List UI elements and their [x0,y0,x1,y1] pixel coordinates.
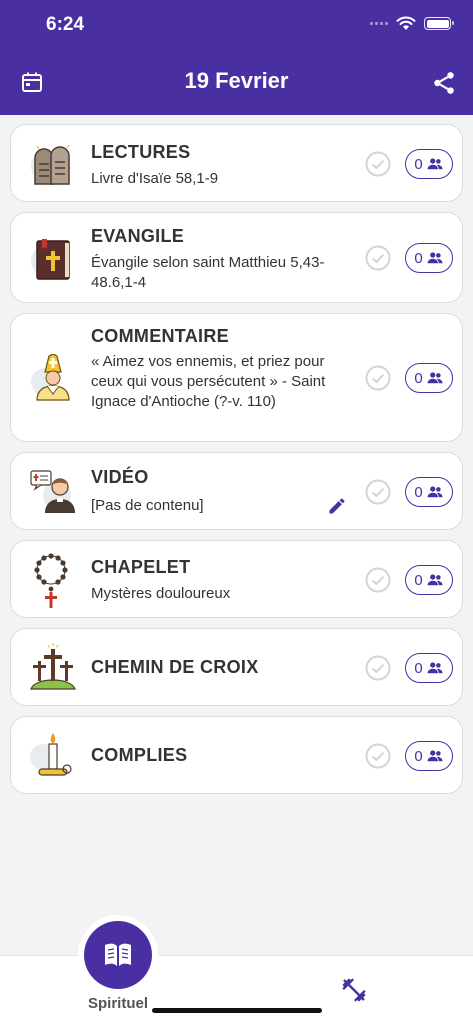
participants-count: 0 [414,659,423,677]
card-chemin-de-croix[interactable]: CHEMIN DE CROIX 0 [10,628,463,706]
card-title: EVANGILE [91,226,185,246]
card-video[interactable]: VIDÉO [Pas de contenu] 0 [10,452,463,530]
tablets-icon [31,144,70,185]
check-icon[interactable] [365,655,391,681]
participants-count: 0 [414,747,423,765]
book-icon [105,943,131,966]
card-title: VIDÉO [91,467,149,487]
status-icons [370,16,454,31]
bottom-nav [0,955,473,1024]
card-commentaire[interactable]: COMMENTAIRE « Aimez vos ennemis, et prie… [10,313,463,442]
card-chapelet[interactable]: CHAPELET Mystères douloureux 0 [10,540,463,618]
app-header: 6:24 19 Fevrier [0,0,473,115]
group-icon [427,486,443,498]
share-icon[interactable] [431,70,457,96]
participants-button[interactable]: 0 [405,243,453,273]
check-icon[interactable] [365,567,391,593]
card-title: CHEMIN DE CROIX [91,657,259,677]
group-icon [427,372,443,384]
card-subtitle: Livre d'Isaïe 58,1-9 [91,170,219,187]
crosses-icon [30,643,76,690]
priest-video-icon [30,470,75,513]
dumbbell-icon[interactable] [340,976,368,1004]
participants-button[interactable]: 0 [405,653,453,683]
bible-icon [31,239,70,280]
card-title: COMMENTAIRE [91,326,229,346]
check-icon[interactable] [365,479,391,505]
wifi-icon [396,16,416,30]
check-icon[interactable] [365,245,391,271]
participants-button[interactable]: 0 [405,741,453,771]
check-icon[interactable] [365,365,391,391]
participants-count: 0 [414,155,423,173]
participants-count: 0 [414,369,423,387]
card-subtitle: « Aimez vos ennemis, et priez pour ceux … [91,353,326,410]
participants-button[interactable]: 0 [405,477,453,507]
card-subtitle: [Pas de contenu] [91,497,204,514]
page-title: 19 Fevrier [184,68,289,93]
check-icon[interactable] [365,151,391,177]
card-subtitle: Mystères douloureux [91,585,231,602]
card-evangile[interactable]: EVANGILE Évangile selon saint Matthieu 5… [10,212,463,303]
home-indicator [152,1008,322,1013]
spirituel-tab[interactable] [84,921,152,989]
participants-count: 0 [414,249,423,267]
group-icon [427,662,443,674]
candle-icon [30,733,72,776]
card-title: CHAPELET [91,557,191,577]
participants-button[interactable]: 0 [405,565,453,595]
battery-icon [424,17,454,30]
signal-icon [370,22,388,25]
card-title: COMPLIES [91,745,188,765]
card-complies[interactable]: COMPLIES 0 [10,716,463,794]
card-subtitle: Évangile selon saint Matthieu 5,43-48.6,… [91,254,325,291]
participants-count: 0 [414,571,423,589]
participants-count: 0 [414,483,423,501]
participants-button[interactable]: 0 [405,363,453,393]
participants-button[interactable]: 0 [405,149,453,179]
status-time: 6:24 [46,14,85,35]
bishop-icon [31,354,70,401]
card-title: LECTURES [91,142,191,162]
card-lectures[interactable]: LECTURES Livre d'Isaïe 58,1-9 0 [10,124,463,202]
group-icon [427,574,443,586]
spirituel-tab-label: Spirituel [87,995,148,1012]
group-icon [427,750,443,762]
group-icon [427,252,443,264]
check-icon[interactable] [365,743,391,769]
group-icon [427,158,443,170]
rosary-icon [34,553,68,608]
edit-icon[interactable] [327,496,347,516]
